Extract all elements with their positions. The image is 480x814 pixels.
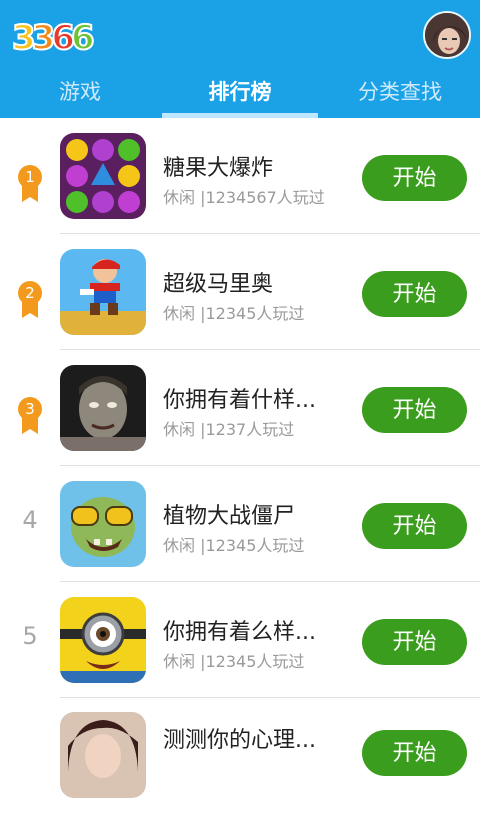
tab-label: 分类查找 bbox=[358, 80, 442, 104]
game-title: 糖果大爆炸 bbox=[163, 156, 274, 181]
start-button[interactable]: 开始 bbox=[362, 619, 467, 665]
zombie-face-icon[interactable] bbox=[60, 365, 146, 451]
logo-letter: 6 bbox=[50, 17, 76, 59]
tab-label: 排行榜 bbox=[208, 80, 272, 104]
rank-number: 5 bbox=[22, 622, 38, 650]
game-title: 测测你的心理... bbox=[163, 728, 316, 753]
logo-text: 3366 bbox=[11, 17, 96, 59]
avatar[interactable] bbox=[423, 11, 471, 59]
rank-medal-icon: 2 bbox=[18, 281, 42, 318]
app-logo[interactable]: 3366 bbox=[11, 14, 96, 59]
list-item[interactable]: 1 糖果大爆炸 休闲 |1234567人玩过 开始 bbox=[0, 118, 480, 234]
app-header: 3366 游戏 排行榜 分类查找 bbox=[0, 0, 480, 118]
start-button[interactable]: 开始 bbox=[362, 387, 467, 433]
rank-medal-icon: 3 bbox=[18, 397, 42, 434]
tab-games[interactable]: 游戏 bbox=[0, 70, 160, 118]
candy-crush-icon[interactable] bbox=[60, 133, 146, 219]
plants-vs-zombies-icon[interactable] bbox=[60, 481, 146, 567]
list-item[interactable]: 5 你拥有着么样... 休闲 |12345人玩过 开始 bbox=[0, 582, 480, 698]
rank-number: 2 bbox=[25, 284, 35, 302]
user-avatar-icon bbox=[425, 13, 469, 57]
list-item[interactable]: 3 你拥有着什样... 休闲 |1237人玩过 开始 bbox=[0, 350, 480, 466]
start-button[interactable]: 开始 bbox=[362, 155, 467, 201]
game-meta: 休闲 |1237人玩过 bbox=[163, 420, 295, 439]
tab-label: 游戏 bbox=[59, 80, 101, 104]
portrait-icon[interactable] bbox=[60, 712, 146, 798]
ranking-list: 1 糖果大爆炸 休闲 |1234567人玩过 开始 2 超级马里奥 休闲 |12… bbox=[0, 118, 480, 814]
game-title: 超级马里奥 bbox=[163, 272, 274, 297]
rank-medal-icon: 1 bbox=[18, 165, 42, 202]
tab-bar: 游戏 排行榜 分类查找 bbox=[0, 70, 480, 118]
mario-icon[interactable] bbox=[60, 249, 146, 335]
game-title: 你拥有着么样... bbox=[163, 620, 316, 645]
rank-number: 1 bbox=[25, 168, 35, 186]
minion-icon[interactable] bbox=[60, 597, 146, 683]
game-meta: 休闲 |12345人玩过 bbox=[163, 304, 305, 323]
logo-letter: 6 bbox=[70, 17, 96, 59]
logo-letter: 3 bbox=[31, 17, 57, 59]
tab-category-search[interactable]: 分类查找 bbox=[320, 70, 480, 118]
start-button[interactable]: 开始 bbox=[362, 271, 467, 317]
start-button[interactable]: 开始 bbox=[362, 730, 467, 776]
rank-number: 4 bbox=[22, 506, 38, 534]
list-item[interactable]: 4 植物大战僵尸 休闲 |12345人玩过 开始 bbox=[0, 466, 480, 582]
tab-ranking[interactable]: 排行榜 bbox=[160, 70, 320, 118]
list-item[interactable]: 2 超级马里奥 休闲 |12345人玩过 开始 bbox=[0, 234, 480, 350]
game-meta: 休闲 |12345人玩过 bbox=[163, 536, 305, 555]
game-title: 你拥有着什样... bbox=[163, 388, 316, 413]
game-title: 植物大战僵尸 bbox=[163, 504, 296, 529]
rank-number: 3 bbox=[25, 400, 35, 418]
game-meta: 休闲 |12345人玩过 bbox=[163, 652, 305, 671]
list-item[interactable]: 测测你的心理... 开始 bbox=[0, 698, 480, 814]
start-button[interactable]: 开始 bbox=[362, 503, 467, 549]
game-meta: 休闲 |1234567人玩过 bbox=[163, 188, 325, 207]
logo-letter: 3 bbox=[11, 17, 37, 59]
